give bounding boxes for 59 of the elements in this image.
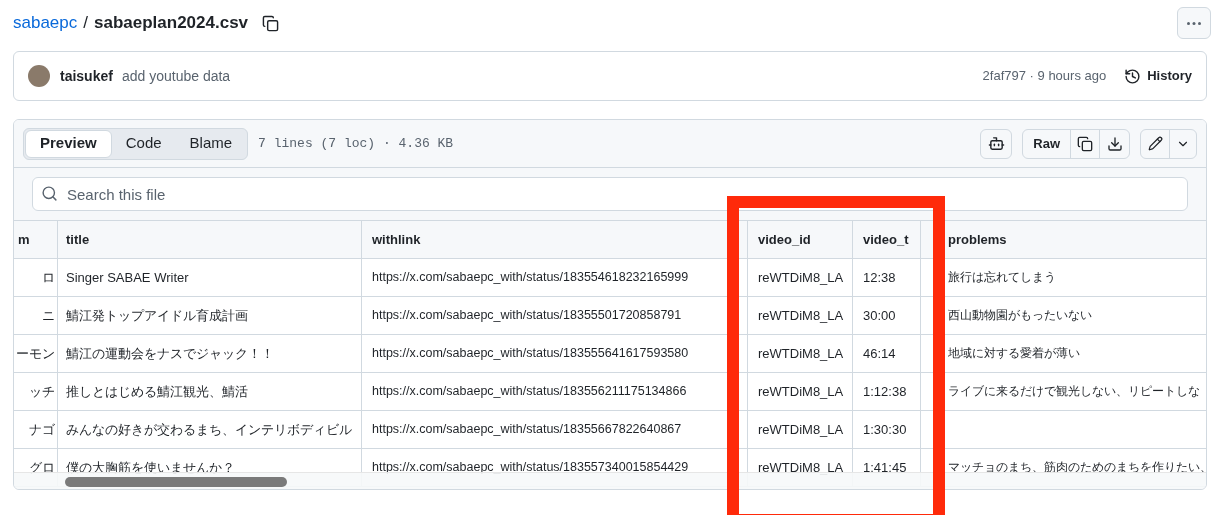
avatar bbox=[28, 65, 50, 87]
view-tab[interactable]: Preview bbox=[25, 129, 112, 158]
search-field[interactable]: Search this file bbox=[32, 177, 1188, 211]
table-cell-text: ニ bbox=[42, 306, 55, 325]
table-cell-text: https://x.com/sabaepc_with/status/183556211175134866 bbox=[372, 383, 687, 401]
table-cell-text: 1:30:30 bbox=[863, 420, 907, 439]
table-cell-text: 1:12:38 bbox=[863, 382, 907, 401]
view-tab[interactable]: Blame bbox=[175, 129, 247, 158]
table-cell-text: https://x.com/sabaepc_with/status/183555641617593580 bbox=[372, 345, 689, 363]
table-cell-text: ロ bbox=[42, 268, 55, 287]
column-header: title bbox=[66, 230, 90, 249]
file-info: 7 lines (7 loc) · 4.36 KB bbox=[258, 134, 454, 153]
table-cell-text: reWTDiM8_LA bbox=[758, 268, 844, 287]
table-cell-text: reWTDiM8_LA bbox=[758, 306, 844, 325]
path-separator: / bbox=[83, 12, 88, 35]
column-header: m bbox=[18, 230, 30, 249]
history-button[interactable]: History bbox=[1124, 66, 1192, 86]
more-icon bbox=[1187, 21, 1201, 25]
column-header: withlink bbox=[372, 230, 421, 249]
table-cell-text: reWTDiM8_LA bbox=[758, 420, 844, 439]
table-cell-text: reWTDiM8_LA bbox=[758, 382, 844, 401]
table-cell-text: Singer SABAE Writer bbox=[66, 268, 189, 287]
column-header: video_id bbox=[758, 230, 811, 249]
table-cell-text: reWTDiM8_LA bbox=[758, 344, 844, 363]
table-cell-text: 西山動物園がもったいない bbox=[948, 307, 1092, 324]
file-name: sabaeplan2024.csv bbox=[94, 12, 249, 35]
table-cell-text: 1:41:45 bbox=[863, 458, 907, 477]
table-cell-text: reWTDiM8_LA bbox=[758, 458, 844, 477]
table-cell-text: https://x.com/sabaepc_with/status/18355667822640867 bbox=[372, 421, 682, 439]
table-cell-text: 地域に対する愛着が薄い bbox=[948, 345, 1080, 361]
owner-link[interactable]: sabaepc bbox=[13, 10, 78, 36]
table-cell-text: 推しとはじめる鯖江観光、鯖活 bbox=[66, 382, 248, 401]
table-cell-text: みんなの好きが交わるまち、インテリボディビル bbox=[66, 420, 352, 439]
table-cell-text: ナゴ bbox=[29, 420, 55, 439]
table-cell-text: ライブに来るだけで観光しない、リピートしな bbox=[948, 383, 1200, 400]
table-cell-text: ーモン bbox=[16, 344, 55, 363]
commit-meta[interactable]: 2faf797 · 9 hours ago bbox=[982, 66, 1107, 86]
history-icon bbox=[1124, 67, 1142, 85]
view-tab[interactable]: Code bbox=[111, 129, 176, 158]
scrollbar-thumb[interactable] bbox=[65, 477, 287, 487]
table-cell-text: https://x.com/sabaepc_with/status/183557340015854429 bbox=[372, 459, 689, 477]
download-icon bbox=[1106, 135, 1123, 152]
copy-icon bbox=[262, 14, 280, 32]
commit-author[interactable]: taisukef bbox=[60, 65, 113, 87]
column-header: video_t bbox=[863, 230, 909, 249]
table-cell-text: 鯖江の運動会をナスでジャック！！ bbox=[66, 344, 274, 363]
table-cell-text: https://x.com/sabaepc_with/status/183554618232165999 bbox=[372, 269, 689, 287]
table-cell-text: 旅行は忘れてしまう bbox=[948, 269, 1056, 285]
table-cell-text: ッチ bbox=[29, 382, 55, 401]
commit-message[interactable]: add youtube data bbox=[121, 65, 231, 87]
copy-icon bbox=[1077, 135, 1093, 152]
table-cell-text: 30:00 bbox=[863, 306, 896, 325]
table-cell-text: 12:38 bbox=[863, 268, 896, 287]
search-icon bbox=[41, 185, 58, 202]
table-cell-text: 46:14 bbox=[863, 344, 896, 363]
pencil-icon bbox=[1147, 136, 1163, 151]
column-header: problems bbox=[948, 230, 1007, 249]
table-cell-text: https://x.com/sabaepc_with/status/18355501720858791 bbox=[372, 307, 682, 325]
table-cell-text: 鯖江発トップアイドル育成計画 bbox=[66, 306, 248, 325]
